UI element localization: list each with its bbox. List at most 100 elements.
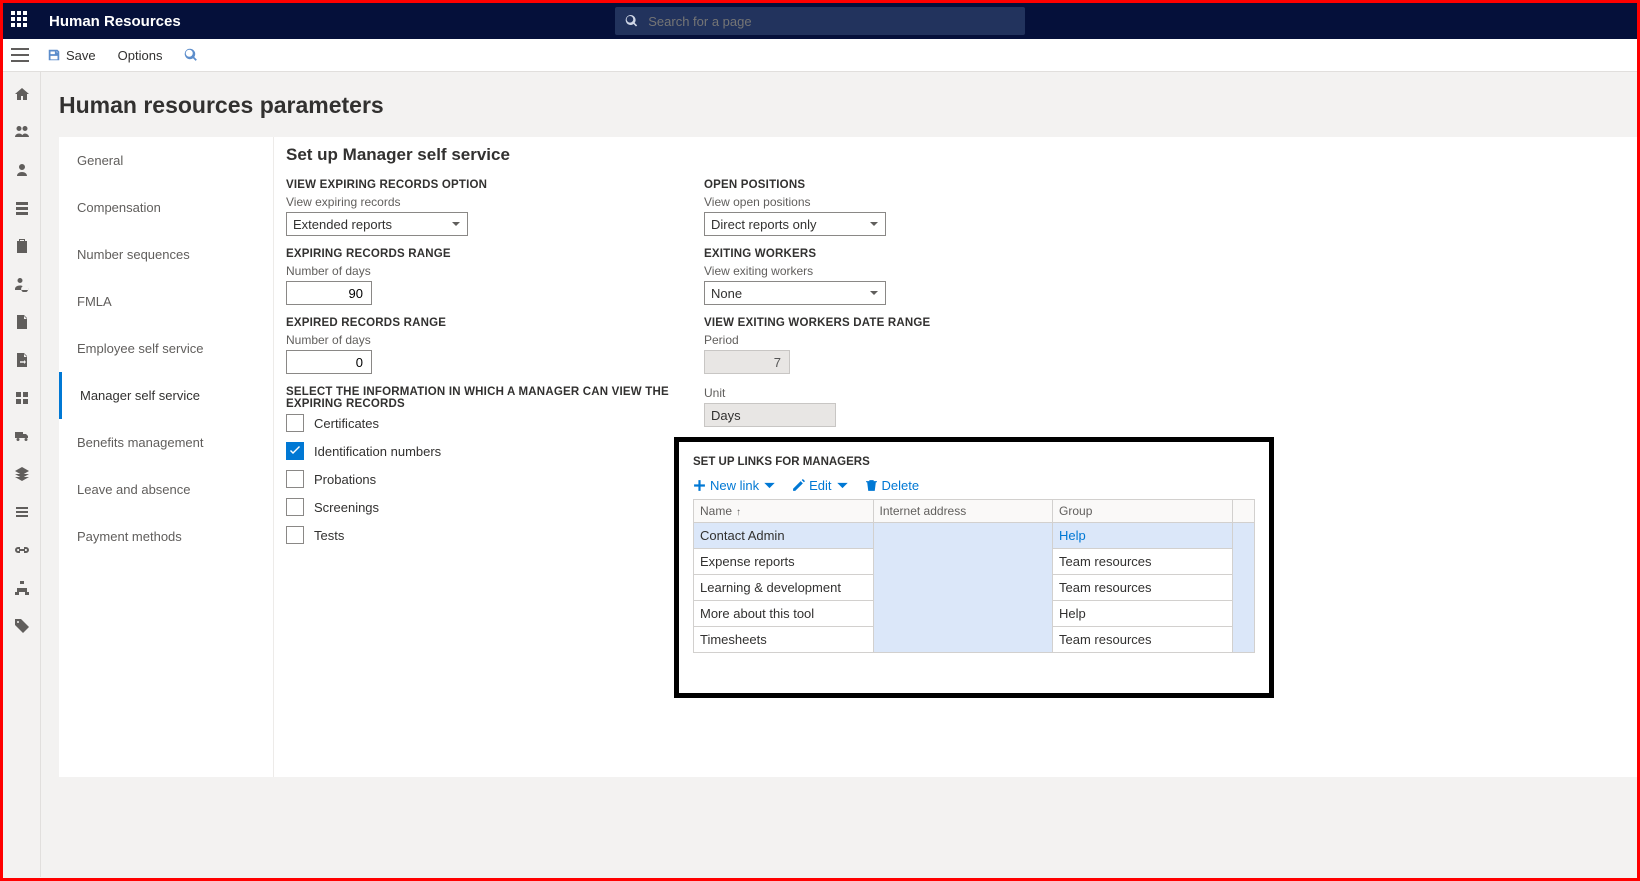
cell-addr-redacted [873, 523, 1053, 653]
col-group[interactable]: Group [1053, 500, 1233, 523]
tiles-icon[interactable] [14, 390, 30, 406]
options-button[interactable]: Options [114, 46, 167, 65]
col-name[interactable]: Name↑ [694, 500, 874, 523]
options-label: Options [118, 48, 163, 63]
doc-out-icon[interactable] [14, 314, 30, 330]
chevron-down-icon [451, 219, 461, 229]
settings-nav: General Compensation Number sequences FM… [59, 137, 274, 777]
settings-nav-fmla[interactable]: FMLA [59, 278, 273, 325]
save-label: Save [66, 48, 96, 63]
page-title: Human resources parameters [59, 92, 1637, 119]
list-icon[interactable] [14, 504, 30, 520]
select-open-positions-value: Direct reports only [711, 217, 816, 232]
chk-idnumbers[interactable] [286, 442, 304, 460]
cell-group[interactable]: Help [1053, 601, 1233, 627]
global-search[interactable] [615, 7, 1025, 35]
trash-icon [865, 479, 878, 492]
person-pin-icon[interactable] [14, 162, 30, 178]
cell-group[interactable]: Help [1053, 523, 1233, 549]
table-row[interactable]: Contact Admin Help [694, 523, 1255, 549]
settings-nav-employee-ss[interactable]: Employee self service [59, 325, 273, 372]
select-view-exiting-value: None [711, 286, 742, 301]
settings-nav-number-sequences[interactable]: Number sequences [59, 231, 273, 278]
doc-in-icon[interactable] [14, 352, 30, 368]
settings-nav-payment[interactable]: Payment methods [59, 513, 273, 560]
select-view-expiring[interactable]: Extended reports [286, 212, 468, 236]
links-title: SET UP LINKS FOR MANAGERS [693, 456, 1255, 468]
cell-name[interactable]: Expense reports [694, 549, 874, 575]
table-header-row: Name↑ Internet address Group [694, 500, 1255, 523]
user-gear-icon[interactable] [14, 276, 30, 292]
people-icon[interactable] [14, 124, 30, 140]
left-column: VIEW EXPIRING RECORDS OPTION View expiri… [286, 179, 704, 554]
fs-expired-range: EXPIRED RECORDS RANGE [286, 317, 704, 329]
chk-tests[interactable] [286, 526, 304, 544]
edit-label: Edit [809, 478, 831, 493]
cell-name[interactable]: Contact Admin [694, 523, 874, 549]
pencil-icon [792, 479, 805, 492]
label-view-open-positions: View open positions [704, 195, 1122, 209]
home-icon[interactable] [14, 86, 30, 102]
chevron-down-icon [869, 288, 879, 298]
truck-icon[interactable] [14, 428, 30, 444]
cell-group[interactable]: Team resources [1053, 575, 1233, 601]
chk-row-probations[interactable]: Probations [286, 470, 704, 488]
settings-nav-general[interactable]: General [59, 137, 273, 184]
links-for-managers-box: SET UP LINKS FOR MANAGERS New link Edit [674, 437, 1274, 698]
chk-row-idnumbers[interactable]: Identification numbers [286, 442, 704, 460]
tag-icon[interactable] [14, 618, 30, 634]
chk-tests-label: Tests [314, 528, 344, 543]
select-open-positions[interactable]: Direct reports only [704, 212, 886, 236]
input-period [704, 350, 790, 374]
select-view-exiting[interactable]: None [704, 281, 886, 305]
cell-name[interactable]: Timesheets [694, 627, 874, 653]
links-grid[interactable]: Name↑ Internet address Group Contact Adm… [693, 499, 1255, 653]
delete-button[interactable]: Delete [865, 478, 920, 493]
cell-name[interactable]: Learning & development [694, 575, 874, 601]
label-period: Period [704, 333, 1122, 347]
cell-group[interactable]: Team resources [1053, 549, 1233, 575]
label-view-exiting: View exiting workers [704, 264, 1122, 278]
save-button[interactable]: Save [43, 46, 100, 65]
hierarchy-icon[interactable] [14, 580, 30, 596]
chk-row-certificates[interactable]: Certificates [286, 414, 704, 432]
edit-button[interactable]: Edit [792, 478, 848, 493]
fs-expiring-range: EXPIRING RECORDS RANGE [286, 248, 704, 260]
settings-nav-benefits[interactable]: Benefits management [59, 419, 273, 466]
cell-name[interactable]: More about this tool [694, 601, 874, 627]
layers-icon[interactable] [14, 466, 30, 482]
input-days-expiring[interactable] [286, 281, 372, 305]
chk-probations-label: Probations [314, 472, 376, 487]
input-period-field [711, 354, 783, 371]
col-addr[interactable]: Internet address [873, 500, 1053, 523]
chk-screenings-label: Screenings [314, 500, 379, 515]
settings-nav-manager-ss[interactable]: Manager self service [59, 372, 273, 419]
top-navbar: Human Resources [3, 3, 1637, 39]
app-launcher-icon[interactable] [11, 11, 31, 31]
chk-row-tests[interactable]: Tests [286, 526, 704, 544]
input-days-expired-field[interactable] [293, 354, 365, 371]
link-icon[interactable] [14, 542, 30, 558]
clipboard-icon[interactable] [14, 238, 30, 254]
global-search-input[interactable] [646, 13, 1015, 30]
input-days-expiring-field[interactable] [293, 285, 365, 302]
label-view-expiring: View expiring records [286, 195, 704, 209]
chk-certificates[interactable] [286, 414, 304, 432]
chk-certificates-label: Certificates [314, 416, 379, 431]
input-days-expired[interactable] [286, 350, 372, 374]
cell-group[interactable]: Team resources [1053, 627, 1233, 653]
fs-exiting-range: VIEW EXITING WORKERS DATE RANGE [704, 317, 1122, 329]
settings-nav-compensation[interactable]: Compensation [59, 184, 273, 231]
search-icon [625, 14, 638, 28]
new-link-label: New link [710, 478, 759, 493]
org-icon[interactable] [14, 200, 30, 216]
chk-screenings[interactable] [286, 498, 304, 516]
chk-probations[interactable] [286, 470, 304, 488]
page-search-button[interactable] [180, 46, 202, 64]
new-link-button[interactable]: New link [693, 478, 776, 493]
settings-nav-leave[interactable]: Leave and absence [59, 466, 273, 513]
chk-row-screenings[interactable]: Screenings [286, 498, 704, 516]
nav-toggle-icon[interactable] [11, 48, 29, 62]
chk-idnumbers-label: Identification numbers [314, 444, 441, 459]
content-area: Human resources parameters General Compe… [41, 72, 1637, 877]
